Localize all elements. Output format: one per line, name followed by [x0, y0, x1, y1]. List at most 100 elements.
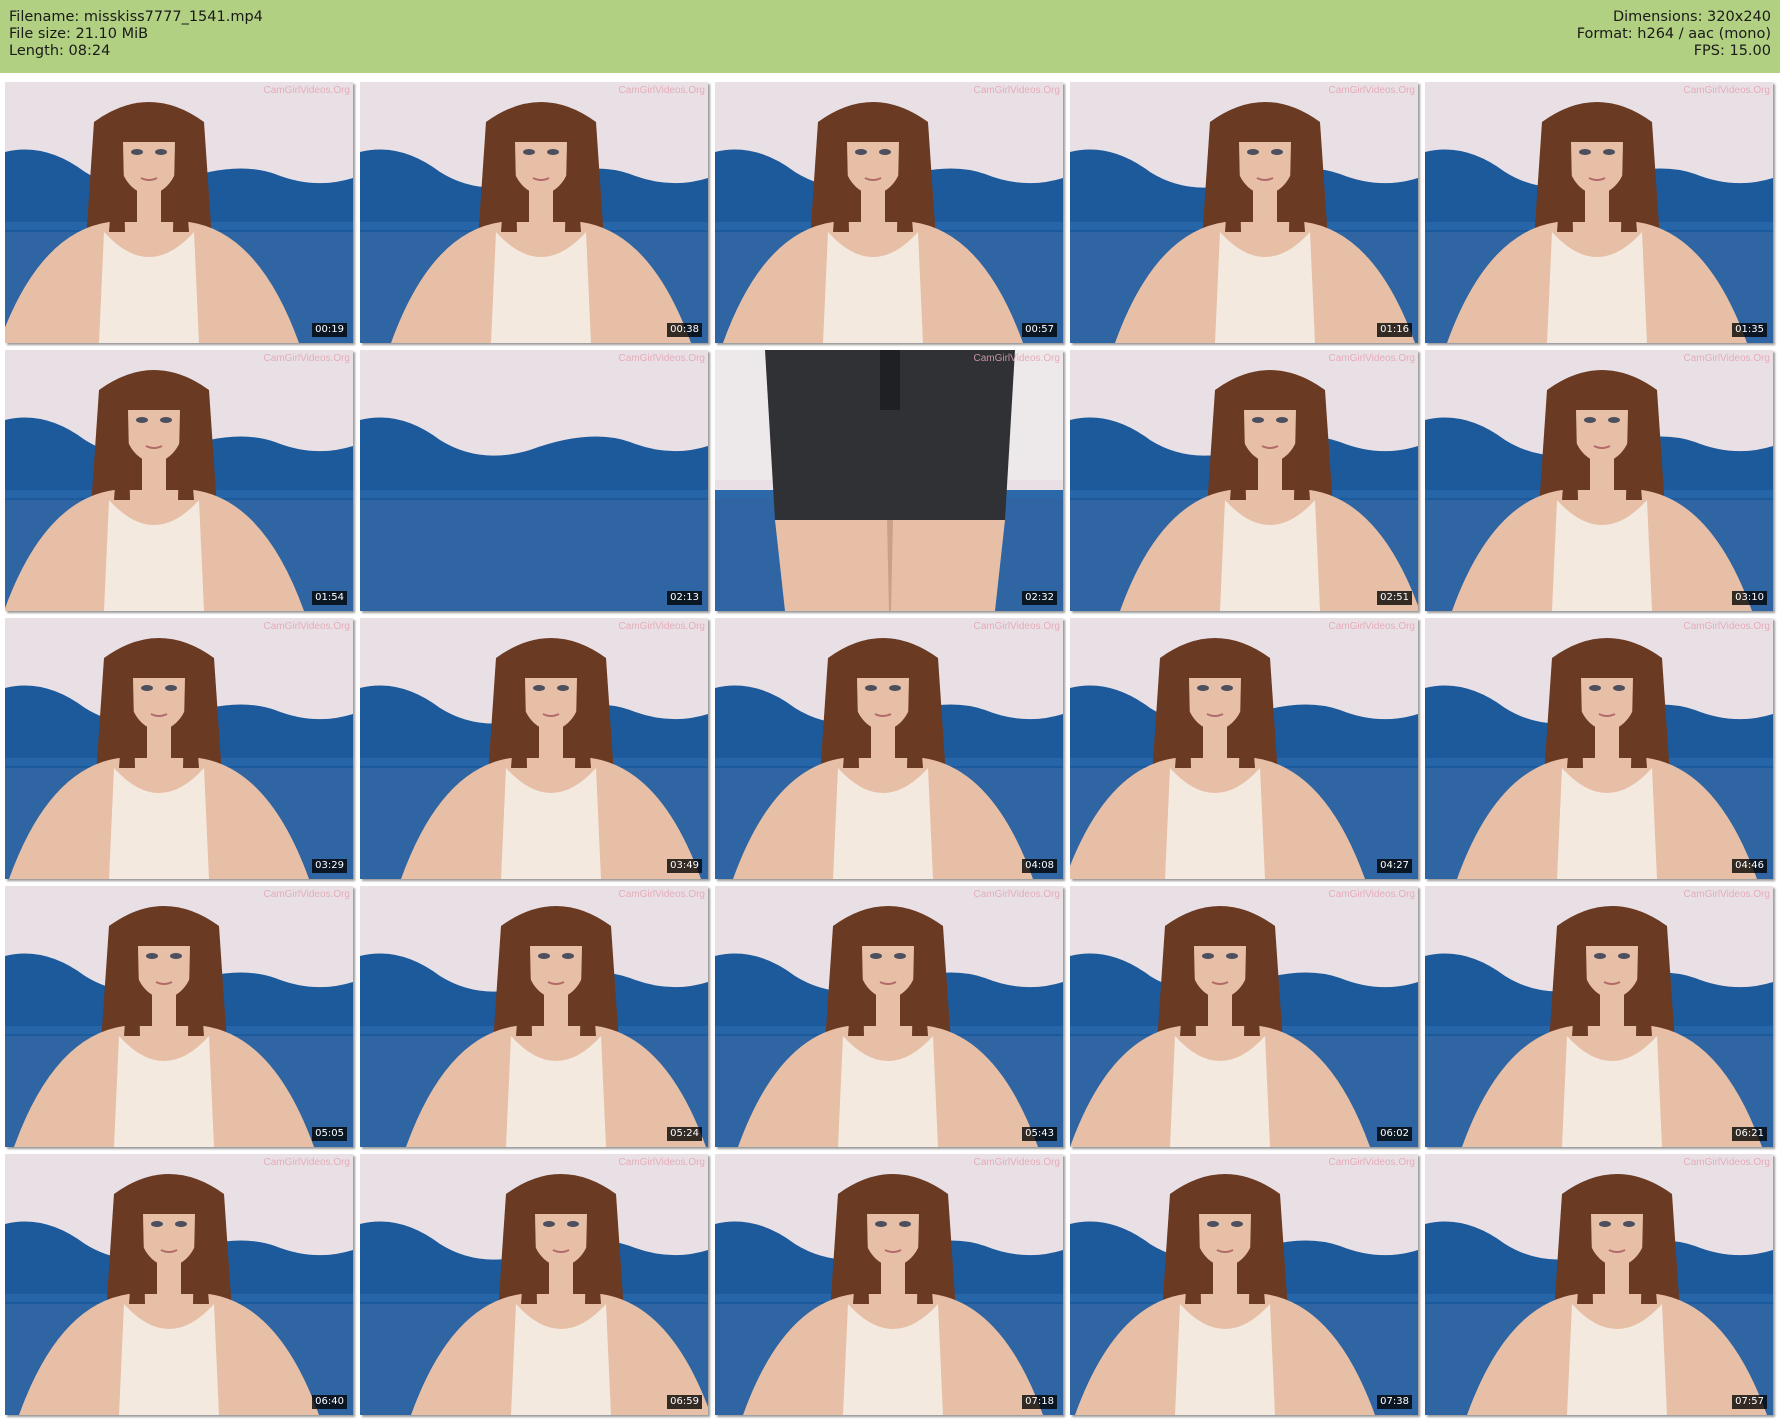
video-frame-thumbnail: CamGirlVideos.Org 02:32 — [715, 350, 1063, 611]
video-frame-thumbnail: CamGirlVideos.Org 06:21 — [1425, 886, 1773, 1147]
length-line: Length: 08:24 — [9, 43, 111, 59]
watermark-text: CamGirlVideos.Org — [618, 1157, 705, 1168]
watermark-text: CamGirlVideos.Org — [973, 621, 1060, 632]
video-frame-thumbnail: CamGirlVideos.Org 00:38 — [360, 82, 708, 343]
watermark-text: CamGirlVideos.Org — [973, 1157, 1060, 1168]
frame-timecode: 02:13 — [667, 591, 702, 605]
frame-image — [1425, 886, 1773, 1147]
video-frame-thumbnail: CamGirlVideos.Org 07:57 — [1425, 1154, 1773, 1415]
frame-image — [1070, 618, 1418, 879]
watermark-text: CamGirlVideos.Org — [1328, 353, 1415, 364]
watermark-text: CamGirlVideos.Org — [263, 353, 350, 364]
frame-image — [5, 1154, 353, 1415]
video-frame-thumbnail: CamGirlVideos.Org 02:51 — [1070, 350, 1418, 611]
video-frame-thumbnail: CamGirlVideos.Org 05:43 — [715, 886, 1063, 1147]
frame-timecode: 00:19 — [312, 323, 347, 337]
watermark-text: CamGirlVideos.Org — [263, 889, 350, 900]
frame-image — [1070, 886, 1418, 1147]
video-frame-thumbnail: CamGirlVideos.Org 05:05 — [5, 886, 353, 1147]
watermark-text: CamGirlVideos.Org — [973, 889, 1060, 900]
watermark-text: CamGirlVideos.Org — [1328, 1157, 1415, 1168]
video-frame-thumbnail: CamGirlVideos.Org 06:59 — [360, 1154, 708, 1415]
watermark-text: CamGirlVideos.Org — [618, 889, 705, 900]
watermark-text: CamGirlVideos.Org — [973, 85, 1060, 96]
frame-timecode: 07:38 — [1377, 1395, 1412, 1409]
frame-timecode: 05:24 — [667, 1127, 702, 1141]
frame-image — [360, 618, 708, 879]
watermark-text: CamGirlVideos.Org — [1328, 889, 1415, 900]
frame-timecode: 01:54 — [312, 591, 347, 605]
frame-timecode: 04:27 — [1377, 859, 1412, 873]
frame-timecode: 05:43 — [1022, 1127, 1057, 1141]
frame-image — [5, 886, 353, 1147]
frame-image — [360, 886, 708, 1147]
frame-image — [1425, 618, 1773, 879]
watermark-text: CamGirlVideos.Org — [618, 85, 705, 96]
watermark-text: CamGirlVideos.Org — [263, 1157, 350, 1168]
frame-timecode: 01:16 — [1377, 323, 1412, 337]
video-frame-thumbnail: CamGirlVideos.Org 01:16 — [1070, 82, 1418, 343]
frame-timecode: 00:38 — [667, 323, 702, 337]
frame-timecode: 07:18 — [1022, 1395, 1057, 1409]
frame-timecode: 06:59 — [667, 1395, 702, 1409]
frame-timecode: 04:46 — [1732, 859, 1767, 873]
frame-timecode: 06:02 — [1377, 1127, 1412, 1141]
frame-timecode: 03:49 — [667, 859, 702, 873]
frame-timecode: 06:21 — [1732, 1127, 1767, 1141]
video-frame-thumbnail: CamGirlVideos.Org 04:46 — [1425, 618, 1773, 879]
frame-timecode: 05:05 — [312, 1127, 347, 1141]
stream-info: Dimensions: 320x240 Format: h264 / aac (… — [1577, 9, 1771, 60]
frame-image — [715, 618, 1063, 879]
frame-timecode: 03:29 — [312, 859, 347, 873]
video-frame-thumbnail: CamGirlVideos.Org 00:19 — [5, 82, 353, 343]
watermark-text: CamGirlVideos.Org — [1683, 1157, 1770, 1168]
video-frame-thumbnail: CamGirlVideos.Org 05:24 — [360, 886, 708, 1147]
watermark-text: CamGirlVideos.Org — [1683, 621, 1770, 632]
frame-image — [1425, 1154, 1773, 1415]
watermark-text: CamGirlVideos.Org — [618, 353, 705, 364]
watermark-text: CamGirlVideos.Org — [263, 621, 350, 632]
video-frame-thumbnail: CamGirlVideos.Org 01:35 — [1425, 82, 1773, 343]
frame-timecode: 00:57 — [1022, 323, 1057, 337]
frame-image — [360, 82, 708, 343]
frame-timecode: 06:40 — [312, 1395, 347, 1409]
frame-image — [360, 350, 708, 611]
frame-image — [1425, 82, 1773, 343]
video-frame-thumbnail: CamGirlVideos.Org 01:54 — [5, 350, 353, 611]
video-frame-thumbnail: CamGirlVideos.Org 04:08 — [715, 618, 1063, 879]
frame-image — [715, 350, 1063, 611]
frame-timecode: 04:08 — [1022, 859, 1057, 873]
frame-image — [1070, 350, 1418, 611]
frame-image — [5, 82, 353, 343]
watermark-text: CamGirlVideos.Org — [618, 621, 705, 632]
frame-image — [5, 618, 353, 879]
frame-image — [360, 1154, 708, 1415]
file-info: Filename: misskiss7777_1541.mp4 File siz… — [9, 9, 263, 60]
info-header: Filename: misskiss7777_1541.mp4 File siz… — [0, 0, 1780, 73]
frame-image — [715, 886, 1063, 1147]
frame-image — [1425, 350, 1773, 611]
watermark-text: CamGirlVideos.Org — [1683, 889, 1770, 900]
filesize-line: File size: 21.10 MiB — [9, 26, 149, 42]
fps-line: FPS: 15.00 — [1693, 43, 1771, 59]
filename-line: Filename: misskiss7777_1541.mp4 — [9, 9, 263, 25]
video-frame-thumbnail: CamGirlVideos.Org 06:40 — [5, 1154, 353, 1415]
frame-image — [1070, 82, 1418, 343]
watermark-text: CamGirlVideos.Org — [1328, 85, 1415, 96]
watermark-text: CamGirlVideos.Org — [1683, 353, 1770, 364]
watermark-text: CamGirlVideos.Org — [263, 85, 350, 96]
watermark-text: CamGirlVideos.Org — [1683, 85, 1770, 96]
video-frame-thumbnail: CamGirlVideos.Org 07:18 — [715, 1154, 1063, 1415]
frame-timecode: 03:10 — [1732, 591, 1767, 605]
dimensions-line: Dimensions: 320x240 — [1612, 9, 1771, 25]
video-frame-thumbnail: CamGirlVideos.Org 02:13 — [360, 350, 708, 611]
video-frame-thumbnail: CamGirlVideos.Org 03:29 — [5, 618, 353, 879]
video-frame-thumbnail: CamGirlVideos.Org 00:57 — [715, 82, 1063, 343]
format-line: Format: h264 / aac (mono) — [1576, 26, 1771, 42]
video-frame-thumbnail: CamGirlVideos.Org 03:49 — [360, 618, 708, 879]
frame-timecode: 02:32 — [1022, 591, 1057, 605]
video-frame-thumbnail: CamGirlVideos.Org 06:02 — [1070, 886, 1418, 1147]
watermark-text: CamGirlVideos.Org — [973, 353, 1060, 364]
watermark-text: CamGirlVideos.Org — [1328, 621, 1415, 632]
video-frame-thumbnail: CamGirlVideos.Org 03:10 — [1425, 350, 1773, 611]
